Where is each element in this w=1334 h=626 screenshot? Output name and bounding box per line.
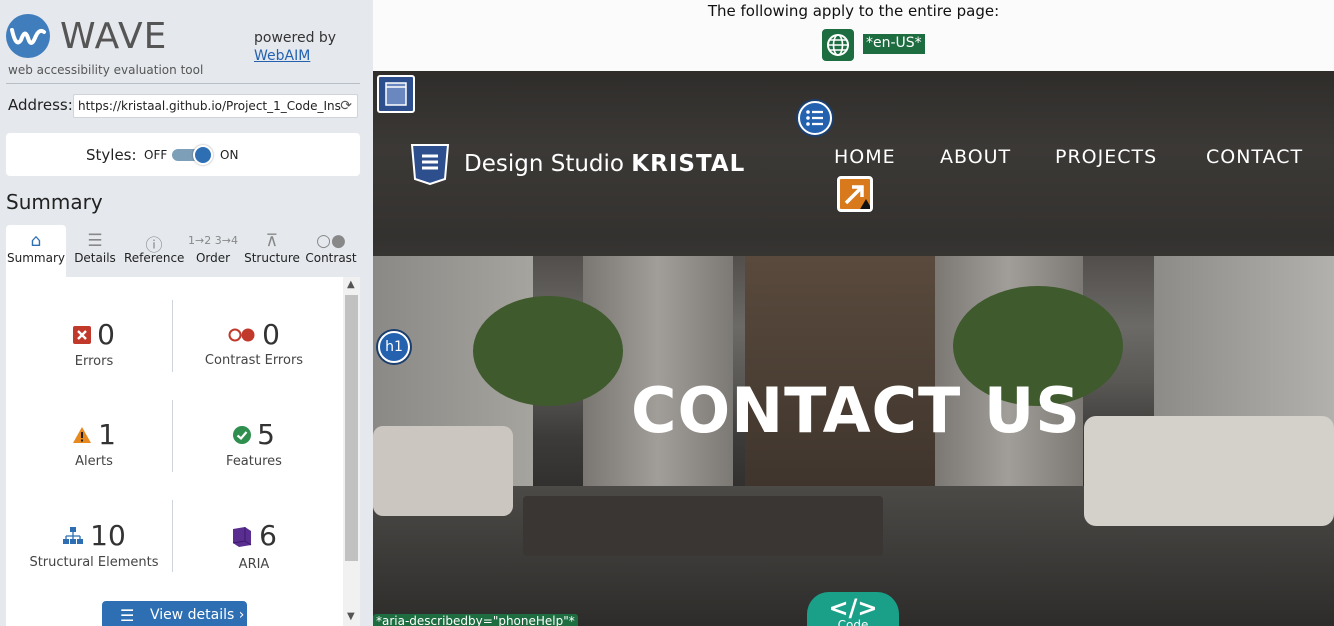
code-toggle-button[interactable]: </> Code (807, 592, 899, 626)
tab-summary[interactable]: ⌂ Summary (6, 225, 66, 277)
scroll-down-icon[interactable]: ▼ (347, 611, 355, 622)
address-label: Address: (8, 96, 73, 114)
toggle-knob (193, 145, 213, 165)
evaluated-page: The following apply to the entire page: … (373, 0, 1334, 626)
error-icon (73, 325, 92, 348)
plant (473, 296, 623, 406)
home-icon: ⌂ (30, 231, 42, 251)
features-label: Features (226, 453, 282, 469)
contrast-errors-count: 0 (262, 318, 280, 351)
logo-icon[interactable] (409, 143, 451, 186)
aria-label: ARIA (238, 556, 270, 572)
stat-errors[interactable]: 0 Errors (14, 318, 174, 369)
structure-icon (62, 526, 84, 549)
aria-describedby-badge[interactable]: *aria-describedby="phoneHelp"* (373, 614, 578, 626)
nav-about[interactable]: ABOUT (940, 146, 1011, 168)
sofa-left (373, 426, 513, 516)
tab-label: Summary (7, 251, 65, 265)
contrast-icon: ○● (316, 231, 346, 251)
features-count: 5 (257, 418, 275, 451)
divider (6, 83, 360, 84)
tab-label: Order (195, 251, 231, 265)
stat-aria[interactable]: 6 ARIA (174, 519, 334, 572)
info-icon: ⓘ (145, 236, 163, 256)
aria-landmark-icon[interactable] (377, 75, 415, 113)
page-level-strip: The following apply to the entire page: … (373, 0, 1334, 71)
tab-structure[interactable]: ⊼ Structure (242, 225, 302, 277)
tab-label: Details (74, 251, 116, 265)
aria-icon (231, 525, 253, 551)
tab-contrast[interactable]: ○● Contrast (302, 225, 360, 277)
stat-alerts[interactable]: 1 Alerts (14, 418, 174, 469)
address-value: https://kristaal.github.io/Project_1_Cod… (78, 99, 341, 113)
site-name-bold: KRISTAL (631, 151, 746, 177)
language-badge[interactable]: *en-US* (863, 34, 925, 54)
tab-label: Contrast (305, 251, 357, 265)
powered-by-text: powered by (254, 30, 337, 46)
aria-count: 6 (259, 519, 277, 552)
webaim-link[interactable]: WebAIM (254, 48, 310, 64)
styles-toggle[interactable] (172, 145, 214, 165)
apply-text: The following apply to the entire page: (707, 2, 1000, 20)
styles-toggle-card: Styles: OFF ON (6, 133, 360, 176)
site-navbar: Design Studio KRISTAL HOME ABOUT PROJECT… (373, 71, 1334, 256)
alert-icon (72, 426, 92, 448)
contrast-errors-label: Contrast Errors (204, 353, 304, 368)
h1-badge[interactable]: h1 (378, 331, 410, 363)
coffee-table (523, 496, 883, 556)
tab-bar: ⌂ Summary ☰ Details ⓘ Reference 1→2 3→4 … (6, 225, 360, 277)
styles-off-label: OFF (144, 148, 168, 162)
redundant-link-alert-icon[interactable] (837, 176, 873, 212)
tab-label: Structure (244, 251, 300, 265)
wave-logo-icon (6, 14, 50, 58)
stat-contrast-errors[interactable]: 0 Contrast Errors (174, 318, 334, 368)
stat-structural[interactable]: 10 Structural Elements (14, 519, 174, 570)
stat-features[interactable]: 5 Features (174, 418, 334, 469)
reload-icon[interactable]: ⟳ (340, 98, 352, 114)
summary-heading: Summary (6, 190, 103, 214)
tab-reference[interactable]: ⓘ Reference (124, 225, 184, 277)
structural-count: 10 (90, 519, 126, 552)
sofa-right (1084, 416, 1334, 526)
errors-count: 0 (97, 318, 115, 351)
hero-section: Design Studio KRISTAL HOME ABOUT PROJECT… (373, 71, 1334, 626)
order-icon: 1→2 3→4 (188, 234, 238, 247)
tab-label: Reference (124, 251, 185, 265)
wave-title: WAVE (60, 16, 168, 57)
nav-contact[interactable]: CONTACT (1206, 146, 1303, 168)
panel-scrollbar[interactable]: ▲ ▼ (343, 277, 360, 626)
wave-sidebar: WAVE web accessibility evaluation tool p… (0, 0, 373, 626)
site-name-regular: Design Studio (464, 151, 632, 177)
tab-details[interactable]: ☰ Details (66, 225, 124, 277)
tab-order[interactable]: 1→2 3→4 Order (184, 225, 242, 277)
code-label: Code (837, 618, 869, 626)
feature-check-icon (233, 425, 252, 448)
errors-label: Errors (74, 353, 114, 369)
nav-home[interactable]: HOME (834, 146, 896, 168)
globe-icon[interactable] (822, 29, 854, 61)
scroll-thumb[interactable] (345, 295, 358, 561)
list-structure-icon[interactable] (798, 101, 832, 135)
styles-label: Styles: (86, 146, 137, 164)
structure-icon: ⊼ (265, 231, 279, 251)
alerts-count: 1 (98, 418, 116, 451)
site-name[interactable]: Design Studio KRISTAL (464, 151, 745, 177)
contrast-error-icon (228, 328, 256, 346)
wave-subtitle: web accessibility evaluation tool (8, 63, 204, 77)
view-details-button[interactable]: ☰ View details › (102, 601, 247, 626)
structural-label: Structural Elements (29, 554, 159, 570)
view-details-label: View details › (150, 607, 245, 623)
hero-title: CONTACT US (631, 374, 1081, 447)
scroll-up-icon[interactable]: ▲ (347, 279, 355, 290)
address-input[interactable]: https://kristaal.github.io/Project_1_Cod… (73, 94, 358, 118)
list-icon: ☰ (87, 231, 103, 251)
styles-on-label: ON (220, 148, 239, 162)
alerts-label: Alerts (75, 453, 113, 469)
list-icon: ☰ (120, 606, 135, 625)
nav-projects[interactable]: PROJECTS (1055, 146, 1157, 168)
